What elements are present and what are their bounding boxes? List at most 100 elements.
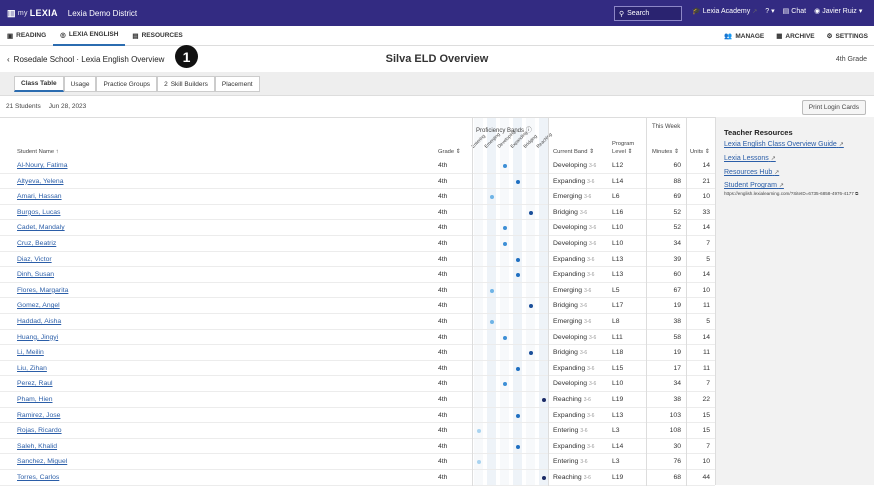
band-sub: 3-6 bbox=[584, 287, 592, 294]
student-name-link[interactable]: Gomez, Angel bbox=[17, 302, 60, 309]
student-name-link[interactable]: Al-Noury, Fatima bbox=[17, 162, 67, 169]
level-cell: L5 bbox=[612, 286, 620, 294]
student-name-link[interactable]: Cruz, Beatriz bbox=[17, 240, 56, 247]
current-band-cell: Expanding 3-6 bbox=[553, 271, 594, 278]
column-divider bbox=[548, 118, 549, 486]
current-band-header[interactable]: Current Band ⇕ bbox=[553, 149, 594, 155]
minutes-cell: 17 bbox=[673, 364, 681, 372]
units-cell: 11 bbox=[702, 349, 710, 357]
student-name-link[interactable]: Dinh, Susan bbox=[17, 271, 54, 278]
student-name-link[interactable]: Liu, Zihan bbox=[17, 365, 47, 372]
student-program-url[interactable]: https://english.lexialearning.com/?SiteI… bbox=[724, 191, 869, 197]
grade-cell: 4th bbox=[438, 380, 448, 388]
tab-skill-builders[interactable]: 2 Skill Builders bbox=[157, 76, 215, 92]
print-login-cards-button[interactable]: Print Login Cards bbox=[801, 100, 866, 115]
student-name-link[interactable]: Burgos, Lucas bbox=[17, 209, 60, 216]
user-menu[interactable]: ◉ Javier Ruiz ▾ bbox=[814, 7, 862, 16]
student-name-link[interactable]: Flores, Margarita bbox=[17, 287, 68, 294]
grade-header[interactable]: Grade ⇕ bbox=[438, 149, 461, 155]
student-name-link[interactable]: Perez, Raul bbox=[17, 380, 53, 387]
student-name-link[interactable]: Ramirez, Jose bbox=[17, 412, 60, 419]
search-input[interactable]: ⚲ Search bbox=[614, 6, 682, 21]
table-row: Pham, Hien 4th Reaching 3-6 L19 38 22 bbox=[0, 392, 715, 408]
units-cell: 15 bbox=[702, 427, 710, 435]
sort-up-icon: ↑ bbox=[55, 149, 59, 155]
table-row: Al-Noury, Fatima 4th Developing 3-6 L12 60 14 bbox=[0, 158, 715, 174]
minutes-header[interactable]: Minutes ⇕ bbox=[652, 149, 679, 155]
units-cell: 10 bbox=[702, 286, 710, 294]
tab-resources[interactable]: ▤ RESOURCES bbox=[125, 26, 189, 46]
archive-button[interactable]: ▦ ARCHIVE bbox=[776, 32, 814, 41]
resources-hub-link[interactable]: Resources Hub ↗ bbox=[724, 169, 779, 176]
grade-cell: 4th bbox=[438, 364, 448, 372]
mylexia-logo[interactable]: ▥ my LEXIA bbox=[7, 8, 58, 19]
manage-button[interactable]: 👥 MANAGE bbox=[724, 32, 764, 41]
student-name-link[interactable]: Altyeva, Yelena bbox=[17, 178, 63, 185]
grade-cell: 4th bbox=[438, 396, 448, 403]
tab-reading[interactable]: ▣ READING bbox=[0, 26, 53, 46]
help-menu[interactable]: ? ▾ bbox=[765, 7, 774, 16]
grade-cell: 4th bbox=[438, 224, 448, 232]
sort-icon: ⇕ bbox=[627, 149, 633, 155]
band-dot bbox=[503, 164, 507, 168]
student-name-link[interactable]: Sanchez, Miguel bbox=[17, 458, 67, 465]
student-name-link[interactable]: Diaz, Victor bbox=[17, 256, 52, 263]
student-name-link[interactable]: Pham, Hien bbox=[17, 396, 53, 403]
band-dot bbox=[542, 476, 546, 480]
level-cell: L16 bbox=[612, 208, 624, 216]
current-band-cell: Emerging 3-6 bbox=[553, 318, 591, 325]
grade-cell: 4th bbox=[438, 458, 448, 466]
table-row: Cruz, Beatriz 4th Developing 3-6 L10 34 7 bbox=[0, 236, 715, 252]
tab-class-table[interactable]: Class Table bbox=[14, 76, 64, 92]
band-name: Bridging bbox=[553, 208, 578, 216]
student-name-link[interactable]: Torres, Carlos bbox=[17, 474, 59, 481]
current-band-cell: Developing 3-6 bbox=[553, 224, 596, 231]
student-name-link[interactable]: Haddad, Aisha bbox=[17, 318, 61, 325]
level-cell: L6 bbox=[612, 193, 620, 201]
band-dot bbox=[477, 429, 481, 434]
minutes-cell: 58 bbox=[673, 333, 681, 341]
band-name: Emerging bbox=[553, 193, 583, 201]
student-name-link[interactable]: Cadet, Mandaly bbox=[17, 224, 65, 231]
class-overview-guide-link[interactable]: Lexia English Class Overview Guide ↗ bbox=[724, 141, 844, 148]
grade-cell: 4th bbox=[438, 333, 448, 341]
tab-usage[interactable]: Usage bbox=[63, 76, 97, 92]
tab-placement[interactable]: Placement bbox=[214, 76, 260, 92]
settings-button[interactable]: ⚙ SETTINGS bbox=[827, 32, 868, 41]
student-name-link[interactable]: Amari, Hassan bbox=[17, 193, 62, 200]
band-name: Developing bbox=[553, 333, 588, 341]
units-cell: 5 bbox=[706, 318, 710, 325]
table-row: Altyeva, Yelena 4th Expanding 3-6 L14 88 21 bbox=[0, 174, 715, 190]
student-name-link[interactable]: Rojas, Ricardo bbox=[17, 427, 62, 434]
units-cell: 7 bbox=[706, 380, 710, 388]
student-name-link[interactable]: Li, Meilin bbox=[17, 349, 44, 356]
lexia-lessons-link[interactable]: Lexia Lessons ↗ bbox=[724, 155, 776, 162]
student-program-link[interactable]: Student Program ↗ bbox=[724, 182, 784, 189]
teacher-resources-title: Teacher Resources bbox=[724, 128, 793, 137]
band-sub: 3-6 bbox=[587, 178, 595, 185]
units-header[interactable]: Units ⇕ bbox=[690, 149, 710, 155]
student-name-link[interactable]: Saleh, Khalid bbox=[17, 443, 57, 450]
band-name: Developing bbox=[553, 162, 588, 169]
student-name-header[interactable]: Student Name ↑ bbox=[17, 149, 59, 155]
lexia-academy-link[interactable]: 🎓 Lexia Academy ↗ bbox=[692, 7, 757, 16]
page-title: Silva ELD Overview bbox=[385, 53, 489, 65]
band-sub: 3-6 bbox=[587, 272, 595, 279]
current-band-cell: Developing 3-6 bbox=[553, 380, 596, 387]
current-band-cell: Developing 3-6 bbox=[553, 240, 596, 247]
student-name-link[interactable]: Huang, Jingyi bbox=[17, 334, 58, 341]
band-sub: 3-6 bbox=[579, 209, 588, 216]
tab-lexia-english[interactable]: ◎ LEXIA ENGLISH bbox=[53, 26, 126, 46]
band-dot bbox=[516, 273, 520, 278]
units-cell: 14 bbox=[702, 224, 710, 232]
band-sub: 3-6 bbox=[587, 365, 595, 372]
chat-button[interactable]: ▤ Chat bbox=[783, 7, 806, 16]
grade-cell: 4th bbox=[438, 442, 448, 450]
band-name: Expanding bbox=[553, 271, 586, 279]
grade-cell: 4th bbox=[438, 271, 448, 279]
tab-practice-groups[interactable]: Practice Groups bbox=[96, 76, 158, 92]
level-cell: L12 bbox=[612, 162, 624, 169]
grade-cell: 4th bbox=[438, 255, 448, 263]
level-header[interactable]: Level ⇕ bbox=[612, 149, 632, 155]
table-row: Liu, Zihan 4th Expanding 3-6 L15 17 11 bbox=[0, 361, 715, 377]
